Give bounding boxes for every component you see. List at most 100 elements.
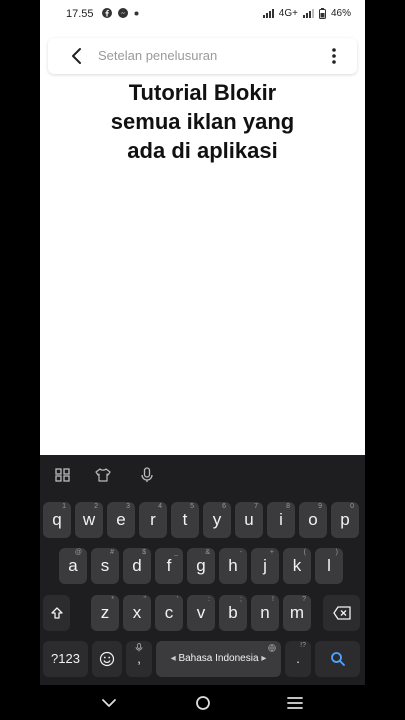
key-label: a (68, 556, 78, 575)
key-z[interactable]: z * (91, 595, 119, 631)
key-hint: 7 (254, 503, 258, 510)
back-arrow-icon[interactable] (68, 46, 88, 66)
apps-grid-icon[interactable] (55, 467, 71, 483)
key-w[interactable]: w2 (75, 502, 103, 538)
key-v[interactable]: v: (187, 595, 215, 631)
keyboard-toolbar (40, 455, 365, 495)
shift-arrow-icon (50, 607, 63, 619)
key-o[interactable]: o9 (299, 502, 327, 538)
key-j[interactable]: j + (251, 548, 279, 584)
key-label: g (196, 556, 206, 575)
battery-icon (318, 8, 326, 19)
key-hint: 9 (318, 503, 322, 510)
period-label: . (296, 651, 300, 666)
search-key[interactable] (315, 641, 360, 677)
key-label: j (263, 556, 267, 575)
more-options-icon[interactable] (331, 47, 337, 65)
theme-shirt-icon[interactable] (95, 467, 111, 483)
key-x[interactable]: x " (123, 595, 151, 631)
messenger-icon (118, 8, 128, 18)
key-i[interactable]: i8 (267, 502, 295, 538)
on-screen-keyboard: q1w2e3r4t5y6u7i8o9p0 a @ s # d $ f _ g & h - j + k(l) … (40, 455, 365, 685)
nav-recents-icon[interactable] (286, 694, 304, 712)
key-k[interactable]: k( (283, 548, 311, 584)
key-y[interactable]: y6 (203, 502, 231, 538)
key-u[interactable]: u7 (235, 502, 263, 538)
key-label: r (150, 510, 156, 529)
tutorial-caption: Tutorial Blokir semua iklan yang ada di … (40, 78, 365, 165)
key-m[interactable]: m? (283, 595, 311, 631)
key-n[interactable]: n! (251, 595, 279, 631)
period-key[interactable]: . !? (285, 641, 311, 677)
key-hint: * (111, 596, 114, 603)
status-bar: 17.55 4G+ 46% (40, 0, 365, 28)
key-hint: 5 (190, 503, 194, 510)
space-bar[interactable]: ◂ Bahasa Indonesia ▸ (156, 641, 281, 677)
key-e[interactable]: e3 (107, 502, 135, 538)
emoji-key[interactable] (92, 641, 122, 677)
comma-key[interactable]: , (126, 641, 152, 677)
backspace-icon (332, 606, 351, 620)
shift-key[interactable] (43, 595, 70, 631)
key-hint: @ (74, 549, 82, 556)
key-hint: 8 (286, 503, 290, 510)
key-hint: _ (174, 549, 178, 556)
key-hint: 1 (62, 503, 66, 510)
key-hint: ! (272, 596, 274, 603)
key-hint: ? (302, 596, 306, 603)
key-t[interactable]: t5 (171, 502, 199, 538)
facebook-icon (102, 8, 112, 18)
network-type: 4G+ (278, 8, 298, 19)
key-hint: 3 (126, 503, 130, 510)
symbols-key[interactable]: ?123 (43, 641, 88, 677)
phone-screen: 17.55 4G+ 46% Setelan penelusuran Tutori… (40, 0, 365, 720)
search-bar[interactable]: Setelan penelusuran (48, 38, 357, 74)
space-left-arrow-icon: ◂ (170, 653, 176, 664)
key-c[interactable]: c ' (155, 595, 183, 631)
key-l[interactable]: l) (315, 548, 343, 584)
key-label: c (164, 603, 174, 622)
space-right-arrow-icon: ▸ (261, 653, 267, 664)
key-label: w (82, 510, 96, 529)
caption-line-1: Tutorial Blokir (128, 80, 277, 105)
globe-icon (268, 644, 276, 652)
caption-line-2: semua iklan yang (110, 109, 295, 134)
signal-icon-2 (302, 9, 314, 18)
caption-line-3: ada di aplikasi (127, 138, 278, 163)
space-language-label: Bahasa Indonesia (178, 653, 259, 664)
key-f[interactable]: f _ (155, 548, 183, 584)
key-p[interactable]: p0 (331, 502, 359, 538)
key-hint: " (143, 596, 147, 603)
notification-dot-icon (134, 11, 139, 15)
search-input[interactable]: Setelan penelusuran (98, 48, 217, 63)
key-label: i (279, 510, 283, 529)
signal-icon (262, 9, 274, 18)
comma-label: , (137, 651, 141, 666)
key-h[interactable]: h- (219, 548, 247, 584)
key-label: l (327, 556, 331, 575)
backspace-key[interactable] (323, 595, 360, 631)
status-time: 17.55 (66, 8, 94, 20)
key-hint: # (110, 549, 114, 556)
key-label: x (132, 603, 142, 622)
key-d[interactable]: d $ (123, 548, 151, 584)
key-hint: 6 (222, 503, 226, 510)
key-label: s (100, 556, 110, 575)
key-label: u (244, 510, 254, 529)
key-a[interactable]: a @ (59, 548, 87, 584)
key-r[interactable]: r4 (139, 502, 167, 538)
key-s[interactable]: s # (91, 548, 119, 584)
key-label: h (228, 556, 238, 575)
microphone-icon[interactable] (139, 467, 155, 483)
key-hint: 2 (94, 503, 98, 510)
period-hint: !? (300, 642, 306, 649)
key-q[interactable]: q1 (43, 502, 71, 538)
key-g[interactable]: g & (187, 548, 215, 584)
key-hint: $ (142, 549, 146, 556)
nav-back-chevron-icon[interactable] (100, 694, 118, 712)
key-b[interactable]: b; (219, 595, 247, 631)
key-label: e (116, 510, 126, 529)
nav-home-icon[interactable] (194, 694, 212, 712)
key-label: d (132, 556, 142, 575)
key-label: n (260, 603, 270, 622)
